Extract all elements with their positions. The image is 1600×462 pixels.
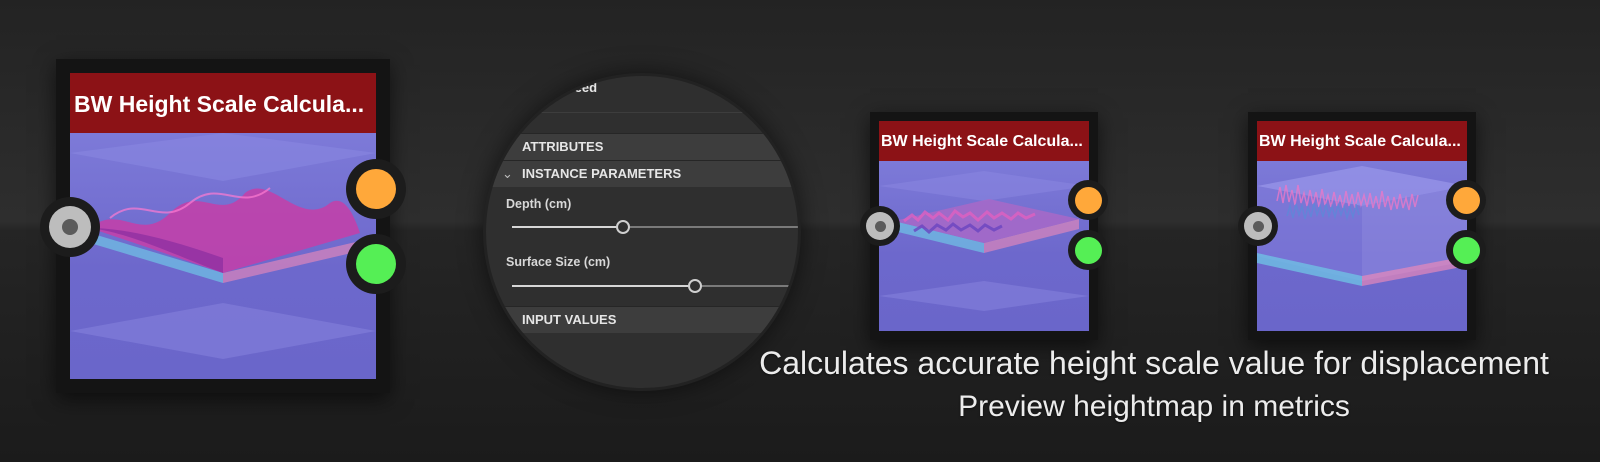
node-title: BW Height Scale Calcula... xyxy=(879,121,1089,161)
heightmap-preview xyxy=(879,161,1089,331)
spike-heightmap-graphic xyxy=(1257,166,1467,286)
input-port[interactable] xyxy=(40,197,100,257)
chevron-down-icon: ⌄ xyxy=(502,166,513,181)
surface-size-slider[interactable] xyxy=(512,279,798,293)
input-port-dot xyxy=(1252,220,1264,232)
output-port-2[interactable] xyxy=(1068,230,1108,270)
depth-slider[interactable] xyxy=(512,220,798,234)
node-medium-spike[interactable]: BW Height Scale Calcula... xyxy=(1248,112,1476,340)
surface-size-slider-knob[interactable] xyxy=(688,279,702,293)
output-port-1[interactable] xyxy=(346,159,406,219)
output-port-1[interactable] xyxy=(1068,180,1108,220)
input-port-dot xyxy=(874,220,886,232)
section-attributes[interactable]: › ATTRIBUTES xyxy=(486,133,798,160)
heightmap-preview xyxy=(70,133,376,379)
section-instance-parameters[interactable]: ⌄ INSTANCE PARAMETERS xyxy=(486,160,798,187)
chevron-right-icon: › xyxy=(502,139,507,154)
input-port[interactable] xyxy=(1238,206,1278,246)
rock-heightmap-graphic xyxy=(879,171,1089,311)
node-medium-rock[interactable]: BW Height Scale Calcula... xyxy=(870,112,1098,340)
node-title: BW Height Scale Calcula... xyxy=(1257,121,1467,161)
section-input-values[interactable]: ›INPUT VALUES xyxy=(486,306,798,333)
input-port[interactable] xyxy=(860,206,900,246)
depth-slider-knob[interactable] xyxy=(616,220,630,234)
caption-line-2: Preview heightmap in metrics xyxy=(958,390,1350,423)
seed-divider xyxy=(486,112,798,113)
output-port-2[interactable] xyxy=(1446,230,1486,270)
wave-heightmap-graphic xyxy=(70,133,376,359)
input-port-dot xyxy=(62,219,78,235)
parameters-magnifier: Seed › ATTRIBUTES ⌄ INSTANCE PARAMETERS De… xyxy=(483,73,801,391)
node-large[interactable]: BW Height Scale Calcula... xyxy=(56,59,390,393)
seed-label: Seed xyxy=(566,80,598,95)
caption-line-1: Calculates accurate height scale value f… xyxy=(759,345,1549,381)
output-port-2[interactable] xyxy=(346,234,406,294)
param-depth-label: Depth (cm) xyxy=(506,197,572,211)
heightmap-preview xyxy=(1257,161,1467,331)
node-title: BW Height Scale Calcula... xyxy=(70,73,376,133)
param-surface-size-label: Surface Size (cm) xyxy=(506,255,611,269)
output-port-1[interactable] xyxy=(1446,180,1486,220)
